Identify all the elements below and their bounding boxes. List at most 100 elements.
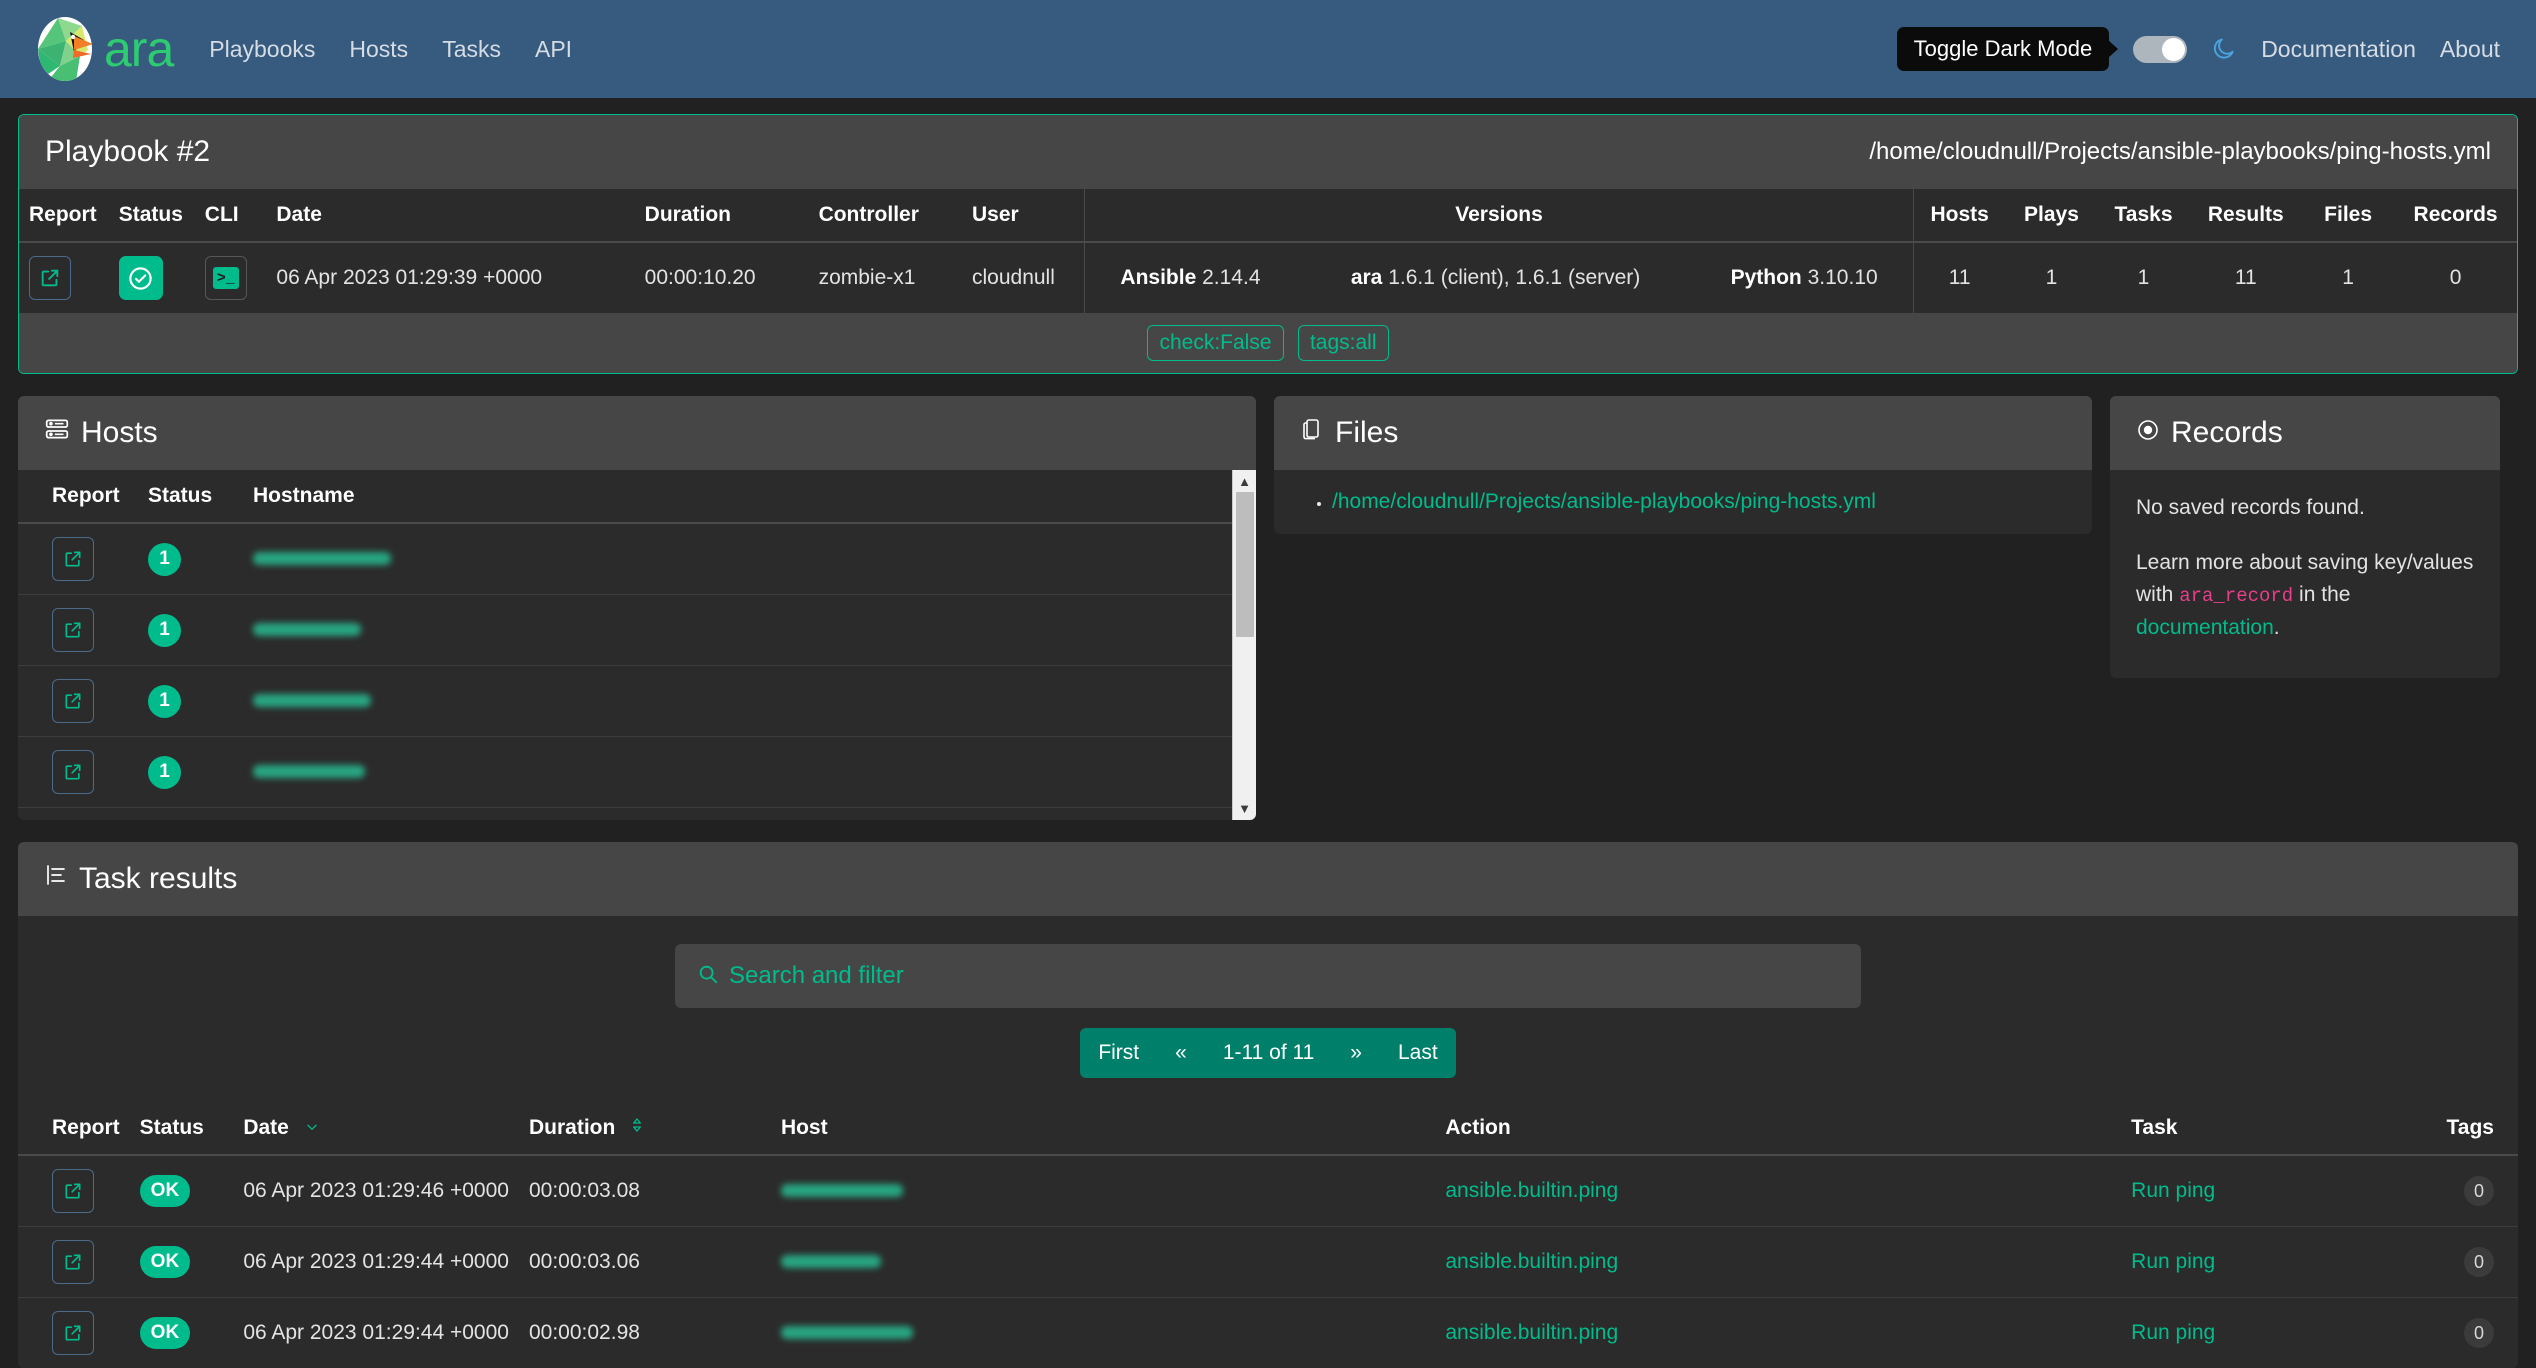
action-link[interactable]: ansible.builtin.ping xyxy=(1445,1250,1618,1273)
pagination-row: First « 1-11 of 11 » Last xyxy=(18,1008,2518,1102)
external-link-icon[interactable] xyxy=(29,256,71,300)
tasks-col-action: Action xyxy=(1435,1102,2122,1157)
tags-badge[interactable]: 0 xyxy=(2464,1176,2494,1207)
table-row: 1 xyxy=(18,807,1256,820)
check-circle-icon[interactable] xyxy=(118,256,163,300)
table-row: 1 xyxy=(18,522,1256,595)
files-list: /home/cloudnull/Projects/ansible-playboo… xyxy=(1274,470,2092,534)
status-badge[interactable]: 1 xyxy=(148,542,181,576)
pagination-last[interactable]: Last xyxy=(1380,1028,1456,1078)
moon-icon xyxy=(2211,36,2237,62)
col-versions: Versions xyxy=(1084,189,1914,243)
search-placeholder: Search and filter xyxy=(729,962,904,989)
tasks-cell-action: ansible.builtin.ping xyxy=(1435,1154,2122,1227)
pagination-next[interactable]: » xyxy=(1332,1028,1380,1078)
external-link-icon[interactable] xyxy=(52,1240,94,1285)
chevron-down-icon[interactable] xyxy=(303,1116,321,1140)
files-panel-header: Files xyxy=(1274,396,2092,470)
action-link[interactable]: ansible.builtin.ping xyxy=(1445,1321,1618,1344)
status-badge[interactable]: OK xyxy=(139,1175,191,1208)
sort-updown-icon[interactable] xyxy=(629,1116,645,1140)
status-badge[interactable]: 1 xyxy=(148,613,181,647)
tasks-col-duration-label: Duration xyxy=(528,1116,616,1139)
search-input[interactable]: Search and filter xyxy=(675,944,1861,1008)
cell-tasks-count: 1 xyxy=(2097,241,2190,313)
terminal-glyph: >_ xyxy=(212,267,239,289)
tasks-cell-status: OK xyxy=(129,1297,234,1368)
version-ara: ara 1.6.1 (client), 1.6.1 (server) xyxy=(1351,266,1640,290)
cell-report xyxy=(19,241,109,313)
cell-user: cloudnull xyxy=(962,241,1085,313)
task-results-panel: Task results Search and filter First « 1… xyxy=(18,842,2518,1368)
nav-links: Playbooks Hosts Tasks API xyxy=(209,36,572,63)
external-link-icon[interactable] xyxy=(52,608,94,652)
col-plays: Plays xyxy=(2005,189,2098,243)
task-link[interactable]: Run ping xyxy=(2131,1250,2215,1273)
nav-item-hosts[interactable]: Hosts xyxy=(349,36,408,63)
files-panel-title: Files xyxy=(1335,416,1399,449)
scroll-up-arrow[interactable]: ▲ xyxy=(1238,470,1251,493)
tasks-cell-host xyxy=(770,1297,1436,1368)
hostname-redacted xyxy=(253,694,371,707)
ara-logo-icon xyxy=(36,16,94,82)
dark-mode-toggle[interactable] xyxy=(2133,35,2188,63)
hosts-scrollbar[interactable]: ▲ ▼ xyxy=(1232,470,1256,820)
nav-item-documentation[interactable]: Documentation xyxy=(2261,36,2416,63)
hostname-redacted xyxy=(780,1326,913,1340)
task-link[interactable]: Run ping xyxy=(2131,1179,2215,1202)
hosts-cell-status: 1 xyxy=(138,522,243,595)
col-duration: Duration xyxy=(634,189,809,243)
hosts-panel-header: Hosts xyxy=(18,396,1256,470)
external-link-icon[interactable] xyxy=(52,1311,94,1356)
task-results-body: OK 06 Apr 2023 01:29:46 +0000 00:00:03.0… xyxy=(18,1154,2518,1368)
tasks-cell-tags: 0 xyxy=(2436,1297,2518,1368)
hostname-redacted xyxy=(253,765,365,778)
external-link-icon[interactable] xyxy=(52,750,94,794)
task-link[interactable]: Run ping xyxy=(2131,1321,2215,1344)
nav-item-tasks[interactable]: Tasks xyxy=(442,36,501,63)
playbook-summary-table: Report Status CLI Date Duration Controll… xyxy=(19,189,2517,313)
external-link-icon[interactable] xyxy=(52,537,94,581)
pagination-first[interactable]: First xyxy=(1080,1028,1157,1078)
version-python-value: 3.10.10 xyxy=(1807,266,1878,289)
version-ara-label: ara xyxy=(1350,266,1383,289)
hosts-cell-report xyxy=(18,594,138,666)
terminal-icon[interactable]: >_ xyxy=(204,256,247,300)
pagination-prev[interactable]: « xyxy=(1157,1028,1205,1078)
file-link[interactable]: /home/cloudnull/Projects/ansible-playboo… xyxy=(1332,490,1876,513)
tasks-cell-date: 06 Apr 2023 01:29:46 +0000 xyxy=(233,1154,519,1227)
status-badge[interactable]: 1 xyxy=(148,755,181,789)
hosts-panel-title-wrap: Hosts xyxy=(44,416,158,450)
hosts-col-hostname: Hostname xyxy=(243,470,1256,524)
nav-item-about[interactable]: About xyxy=(2440,36,2500,63)
records-panel: Records No saved records found. Learn mo… xyxy=(2110,396,2500,679)
action-link[interactable]: ansible.builtin.ping xyxy=(1445,1179,1618,1202)
tasks-col-tags: Tags xyxy=(2436,1102,2518,1157)
param-badge-tags[interactable]: tags:all xyxy=(1297,325,1389,361)
table-row: OK 06 Apr 2023 01:29:44 +0000 00:00:02.9… xyxy=(18,1297,2518,1368)
nav-item-playbooks[interactable]: Playbooks xyxy=(209,36,315,63)
external-link-icon[interactable] xyxy=(52,1169,94,1214)
tasks-cell-report xyxy=(18,1226,130,1298)
param-badge-check[interactable]: check:False xyxy=(1147,325,1284,361)
tasks-col-duration[interactable]: Duration xyxy=(518,1102,771,1157)
status-badge[interactable]: OK xyxy=(139,1317,191,1350)
hosts-cell-report xyxy=(18,736,138,808)
tags-badge[interactable]: 0 xyxy=(2464,1318,2494,1349)
external-link-icon[interactable] xyxy=(52,679,94,723)
tasks-col-date[interactable]: Date xyxy=(233,1102,519,1157)
nav-item-api[interactable]: API xyxy=(535,36,572,63)
files-panel: Files /home/cloudnull/Projects/ansible-p… xyxy=(1274,396,2092,534)
scroll-down-arrow[interactable]: ▼ xyxy=(1238,797,1251,820)
col-cli: CLI xyxy=(194,189,267,243)
brand[interactable]: ara xyxy=(36,16,174,82)
scrollbar-thumb[interactable] xyxy=(1236,492,1254,637)
tasks-col-status: Status xyxy=(129,1102,234,1157)
status-badge[interactable]: 1 xyxy=(148,684,181,718)
tags-badge[interactable]: 0 xyxy=(2464,1247,2494,1278)
list-item: /home/cloudnull/Projects/ansible-playboo… xyxy=(1332,490,2066,514)
version-ansible-value: 2.14.4 xyxy=(1202,266,1261,289)
tasks-cell-duration: 00:00:03.08 xyxy=(518,1154,771,1227)
playbook-card-header: Playbook #2 /home/cloudnull/Projects/ans… xyxy=(19,115,2517,189)
records-documentation-link[interactable]: documentation xyxy=(2136,616,2274,639)
